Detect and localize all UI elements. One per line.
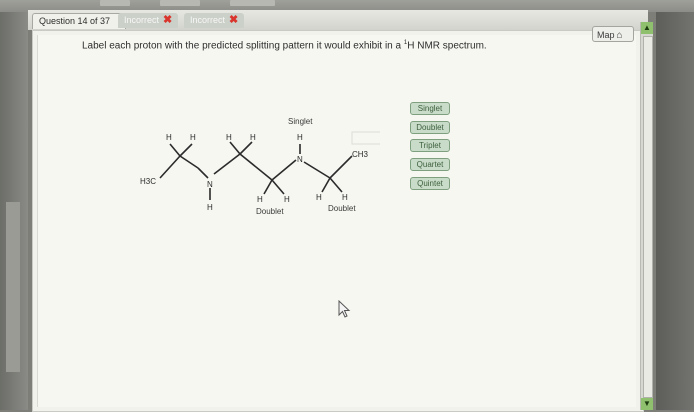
map-button-label: Map [597,30,615,40]
incorrect-x-icon: ✖ [163,14,173,26]
right-panel [656,12,694,410]
label-chip-doublet[interactable]: Doublet [410,121,450,134]
label-chip-quintet[interactable]: Quintet [410,177,450,190]
question-text: Label each proton with the predicted spl… [82,40,582,51]
h-atom: H [257,195,263,204]
h-atom: H [166,133,172,142]
label-chip-triplet[interactable]: Triplet [410,139,450,152]
left-scroll-thumb[interactable] [6,202,20,372]
scroll-track[interactable] [643,36,653,398]
question-tab-bar: Question 14 of 37 Incorrect ✖ Incorrect ✖ [28,10,648,30]
ch3-atom: CH3 [352,150,369,159]
toolbar-item [230,0,275,6]
label-chip-quartet[interactable]: Quartet [410,158,450,171]
n-atom-1: N [207,180,213,189]
question-panel-inner [37,35,636,407]
h-atom: H [284,195,290,204]
h-atom: H [342,193,348,202]
n-atom-2: N [297,155,303,164]
h-atom: H [250,133,256,142]
vertical-scrollbar[interactable]: ▲ ▼ [640,22,653,410]
h-atom: H [226,133,232,142]
h-atom: H [190,133,196,142]
question-panel [32,30,644,412]
question-text-before: Label each proton with the predicted spl… [82,40,404,52]
placed-label-right-ch2[interactable]: Doublet [328,204,356,213]
molecule-structure: H3C H H N H H H H H H N H H CH3 Singlet … [140,117,380,216]
attempt-tab-1[interactable]: Incorrect ✖ [118,13,179,28]
question-counter-tab[interactable]: Question 14 of 37 [32,13,126,29]
h-atom: H [207,203,213,212]
incorrect-x-icon: ✖ [229,14,239,26]
h-atom: H [316,193,322,202]
toolbar-item [100,0,130,6]
placed-label-nh[interactable]: Singlet [288,117,313,126]
map-icon: ⌂ [616,30,623,41]
label-chip-singlet[interactable]: Singlet [410,102,450,115]
attempt-label: Incorrect [124,15,160,25]
left-panel [0,12,28,410]
placed-label-left-ch2[interactable]: Doublet [256,207,284,216]
question-text-after: H NMR spectrum. [407,40,487,52]
attempt-label: Incorrect [190,15,226,25]
mouse-cursor-icon [338,300,351,318]
toolbar-item [160,0,200,6]
h-atom: H [297,133,303,142]
molecule-bonds [159,141,353,200]
empty-drop-target[interactable] [351,131,380,145]
scroll-up-icon[interactable]: ▲ [641,22,653,34]
h3c-atom: H3C [140,177,156,186]
scroll-down-icon[interactable]: ▼ [641,398,653,410]
map-button[interactable]: Map ⌂ [592,26,634,42]
attempt-tab-2[interactable]: Incorrect ✖ [184,13,245,28]
